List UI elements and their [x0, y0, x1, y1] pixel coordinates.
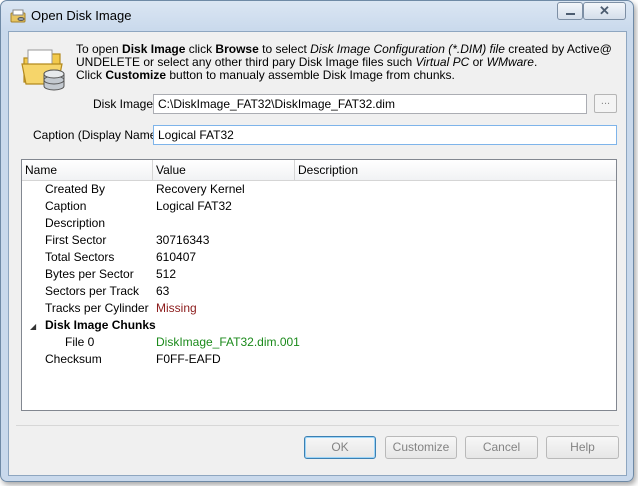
minimize-icon [566, 13, 575, 15]
row-value-bytes-per-sector[interactable]: 512 [156, 266, 176, 283]
minimize-button[interactable] [557, 2, 583, 20]
row-value-first-sector[interactable]: 30716343 [156, 232, 209, 249]
ok-button[interactable]: OK [304, 436, 376, 459]
row-value-tracks-per-cylinder[interactable]: Missing [156, 300, 197, 317]
column-header-name[interactable]: Name [22, 160, 153, 180]
collapse-expander-icon[interactable]: ◢ [30, 318, 36, 335]
row-name-first-sector: First Sector [45, 233, 107, 247]
disk-image-app-icon [10, 9, 26, 23]
row-name-caption: Caption [45, 199, 87, 213]
customize-button[interactable]: Customize [385, 436, 457, 459]
instructions-text: To open Disk Image click Browse to selec… [76, 42, 612, 82]
properties-grid: Name Value Description Created By Recove… [21, 159, 617, 411]
row-value-checksum[interactable]: F0FF-EAFD [156, 351, 221, 368]
row-value-file-0[interactable]: DiskImage_FAT32.dim.001 [156, 334, 300, 351]
row-value-total-sectors[interactable]: 610407 [156, 249, 196, 266]
help-button[interactable]: Help [546, 436, 619, 459]
caption-label: Caption (Display Name): [33, 128, 164, 142]
row-value-created-by[interactable]: Recovery Kernel [156, 181, 245, 198]
row-name-file-0: File 0 [65, 335, 95, 349]
row-name-description: Description [45, 216, 106, 230]
row-value-caption[interactable]: Logical FAT32 [156, 198, 232, 215]
row-name-created-by: Created By [45, 182, 106, 196]
title-bar: Open Disk Image ✕ [1, 1, 633, 31]
disk-image-label: Disk Image: [93, 97, 157, 111]
disk-image-field[interactable]: C:\DiskImage_FAT32\DiskImage_FAT32.dim [153, 94, 587, 114]
row-name-bytes-per-sector: Bytes per Sector [45, 267, 134, 281]
column-header-value[interactable]: Value [153, 160, 295, 180]
row-name-checksum: Checksum [45, 352, 102, 366]
close-button[interactable]: ✕ [583, 2, 626, 20]
browse-button[interactable]: ... [594, 94, 617, 113]
row-value-sectors-per-track[interactable]: 63 [156, 283, 169, 300]
window-title: Open Disk Image [31, 8, 132, 23]
row-name-sectors-per-track: Sectors per Track [45, 284, 140, 298]
grid-header: Name Value Description [22, 160, 616, 181]
group-disk-image-chunks[interactable]: Disk Image Chunks [45, 317, 156, 334]
dialog-body: To open Disk Image click Browse to selec… [8, 31, 627, 476]
close-icon: ✕ [599, 3, 610, 18]
folder-database-icon [21, 49, 65, 91]
caption-field[interactable]: Logical FAT32 [153, 125, 617, 145]
cancel-button[interactable]: Cancel [465, 436, 538, 459]
open-disk-image-dialog: Open Disk Image ✕ To open Disk Image cli… [0, 0, 634, 482]
row-name-tracks-per-cylinder: Tracks per Cylinder [45, 301, 149, 315]
row-name-total-sectors: Total Sectors [45, 250, 115, 264]
divider [16, 425, 619, 426]
column-header-description[interactable]: Description [295, 160, 616, 180]
